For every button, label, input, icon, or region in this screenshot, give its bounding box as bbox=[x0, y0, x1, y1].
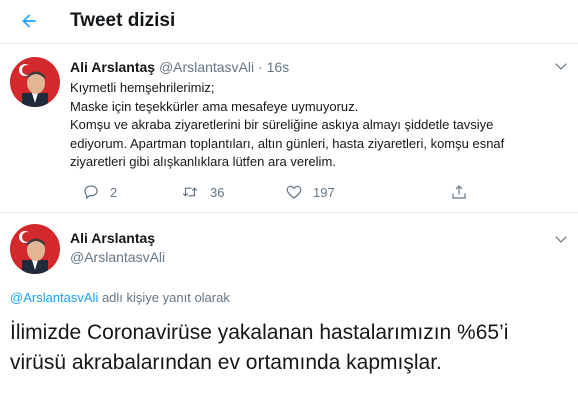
top-bar: Tweet dizisi bbox=[0, 0, 578, 44]
like-button[interactable]: 197 bbox=[285, 183, 335, 201]
arrow-left-icon bbox=[22, 14, 36, 28]
reply-context: @ArslantasvAli adlı kişiye yanıt olarak bbox=[10, 290, 230, 305]
author-name[interactable]: Ali Arslantaş bbox=[70, 59, 155, 75]
tweet-line: Komşu ve akraba ziyaretlerini bir süreli… bbox=[70, 117, 494, 132]
tweet-line: ziyaretleri gibi alışkanlıklara lütfen a… bbox=[70, 154, 336, 169]
tweet-line: ediyorum. Apartman toplantıları, altın g… bbox=[70, 135, 505, 151]
tweet-actions: 2 36 197 bbox=[70, 183, 480, 205]
retweet-icon bbox=[182, 187, 198, 197]
reply-button[interactable]: 2 bbox=[82, 183, 117, 201]
tweet-line: Kıymetli hemşehrilerimiz; bbox=[70, 80, 215, 95]
more-options-button[interactable] bbox=[554, 232, 568, 251]
like-count: 197 bbox=[313, 184, 335, 200]
reply-count: 2 bbox=[110, 184, 118, 200]
chevron-down-icon bbox=[555, 63, 567, 70]
share-icon bbox=[452, 185, 466, 199]
tweet-text: Kıymetli hemşehrilerimiz; Maske için teş… bbox=[70, 79, 570, 172]
avatar[interactable] bbox=[10, 57, 60, 107]
retweet-count: 36 bbox=[210, 184, 225, 200]
reply-to-link[interactable]: @ArslantasvAli bbox=[10, 290, 98, 305]
retweet-button[interactable]: 36 bbox=[180, 183, 224, 201]
author-handle[interactable]: @ArslantasvAli bbox=[159, 59, 254, 75]
heart-icon bbox=[286, 185, 302, 199]
author-handle[interactable]: @ArslantasvAli bbox=[70, 249, 165, 265]
chevron-down-icon bbox=[555, 236, 567, 243]
tweet-line: İlimizde Coronavirüse yakalanan hastalar… bbox=[10, 321, 509, 344]
separator-dot: · bbox=[258, 59, 263, 75]
avatar[interactable] bbox=[10, 224, 60, 274]
reply-to-text: adlı kişiye yanıt olarak bbox=[98, 290, 230, 305]
back-button[interactable] bbox=[14, 6, 44, 36]
tweet-line: virüsü akrabalarından ev ortamında kapmı… bbox=[10, 351, 442, 374]
tweet-card[interactable]: Ali Arslantaş @ArslantasvAli · 16s Kıyme… bbox=[0, 45, 578, 213]
author-name[interactable]: Ali Arslantaş bbox=[70, 230, 155, 246]
focused-tweet-text: İlimizde Coronavirüse yakalanan hastalar… bbox=[10, 318, 570, 378]
more-options-button[interactable] bbox=[554, 59, 568, 78]
reply-icon bbox=[84, 185, 98, 200]
tweet-line: Maske için teşekkürler ama mesafeye uymu… bbox=[70, 98, 359, 114]
tweet-header: Ali Arslantaş @ArslantasvAli · 16s bbox=[70, 59, 289, 75]
share-button[interactable] bbox=[450, 183, 468, 201]
page-title: Tweet dizisi bbox=[70, 10, 176, 31]
timestamp[interactable]: 16s bbox=[267, 59, 290, 75]
